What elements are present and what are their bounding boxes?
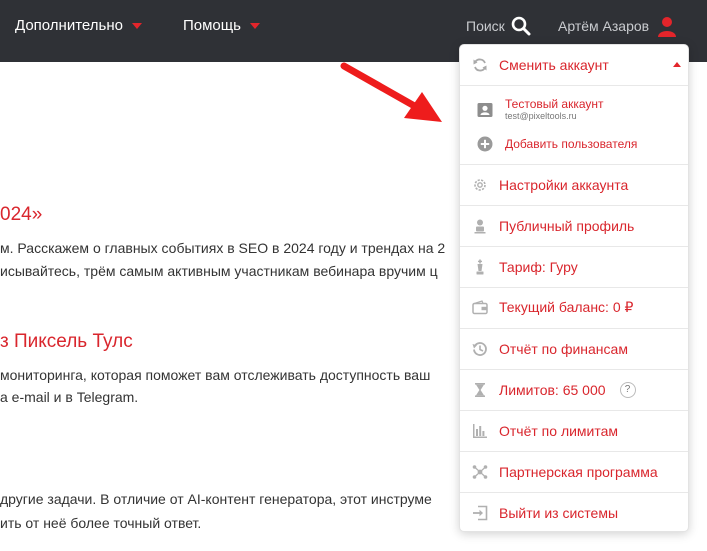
contact-card-icon (477, 102, 493, 118)
account-email: test@pixeltools.ru (505, 111, 577, 121)
menu-tariff[interactable]: Тариф: Гуру (460, 246, 688, 286)
wallet-icon (471, 299, 489, 317)
account-name: Тестовый аккаунт (505, 97, 604, 111)
menu-logout-label: Выйти из системы (499, 504, 619, 521)
user-avatar-icon (658, 17, 677, 37)
switch-account-toggle[interactable]: Сменить аккаунт (460, 45, 688, 85)
hourglass-icon (471, 381, 489, 399)
bar-chart-icon (471, 422, 489, 440)
menu-limits[interactable]: Лимитов: 65 000 ? (460, 369, 688, 409)
account-list: Тестовый аккаунт test@pixeltools.ru Доба… (460, 85, 688, 164)
profile-icon (471, 217, 489, 235)
article-text-2a: мониторинга, которая поможет вам отслежи… (0, 367, 431, 383)
nav-more-label: Дополнительно (15, 17, 123, 34)
caret-down-icon (131, 23, 142, 29)
menu-limits-report[interactable]: Отчёт по лимитам (460, 410, 688, 450)
article-text-3b: ить от неё более точный ответ. (0, 515, 202, 531)
article-heading-2[interactable]: з Пиксель Тулс (0, 331, 133, 353)
menu-account-settings-label: Настройки аккаунта (499, 176, 629, 193)
article-text-1b: исывайтесь, трём самым активным участник… (0, 263, 438, 279)
article-text-2b: а e-mail и в Telegram. (0, 389, 139, 405)
network-icon (471, 463, 489, 481)
add-circle-icon (477, 136, 493, 152)
refresh-icon (471, 56, 489, 74)
logout-icon (471, 504, 489, 522)
search-button[interactable]: Поиск (466, 15, 531, 37)
menu-finance-report[interactable]: Отчёт по финансам (460, 328, 688, 368)
nav-help-label: Помощь (183, 17, 241, 34)
menu-partner-program[interactable]: Партнерская программа (460, 451, 688, 491)
nav-more[interactable]: Дополнительно (15, 15, 142, 37)
caret-down-icon (249, 23, 260, 29)
add-user-label: Добавить пользователя (505, 137, 638, 151)
limits-help-badge[interactable]: ? (619, 381, 636, 398)
menu-partner-program-label: Партнерская программа (499, 463, 658, 480)
article-text-3a: другие задачи. В отличие от AI-контент г… (0, 491, 432, 507)
gear-icon (471, 176, 489, 194)
account-item[interactable]: Тестовый аккаунт test@pixeltools.ru (477, 98, 604, 121)
menu-public-profile-label: Публичный профиль (499, 217, 635, 234)
add-user-button[interactable]: Добавить пользователя (477, 136, 637, 152)
menu-balance[interactable]: Текущий баланс: 0 ₽ (460, 287, 688, 327)
menu-account-settings[interactable]: Настройки аккаунта (460, 164, 688, 204)
user-name: Артём Азаров (558, 18, 650, 34)
menu-limits-label: Лимитов: 65 000 (499, 381, 606, 398)
menu-limits-report-label: Отчёт по лимитам (499, 422, 619, 439)
history-icon (471, 340, 489, 358)
chess-king-icon (471, 258, 489, 276)
user-dropdown-menu: Сменить аккаунт Тестовый аккаунт test@pi… (459, 44, 689, 532)
article-text-1a: м. Расскажем о главных событиях в SEO в … (0, 240, 446, 256)
menu-balance-label: Текущий баланс: 0 ₽ (499, 299, 634, 315)
search-icon (511, 16, 531, 36)
caret-up-icon (673, 62, 681, 67)
nav-help[interactable]: Помощь (183, 15, 260, 37)
menu-public-profile[interactable]: Публичный профиль (460, 205, 688, 245)
annotation-arrow-icon (340, 62, 442, 122)
menu-tariff-label: Тариф: Гуру (499, 258, 578, 275)
search-label: Поиск (466, 18, 505, 34)
menu-logout[interactable]: Выйти из системы (460, 492, 688, 531)
menu-finance-report-label: Отчёт по финансам (499, 340, 628, 357)
user-menu-toggle[interactable]: Артём Азаров (558, 15, 678, 37)
article-heading-1[interactable]: 024» (0, 204, 42, 226)
switch-account-label: Сменить аккаунт (499, 57, 609, 73)
